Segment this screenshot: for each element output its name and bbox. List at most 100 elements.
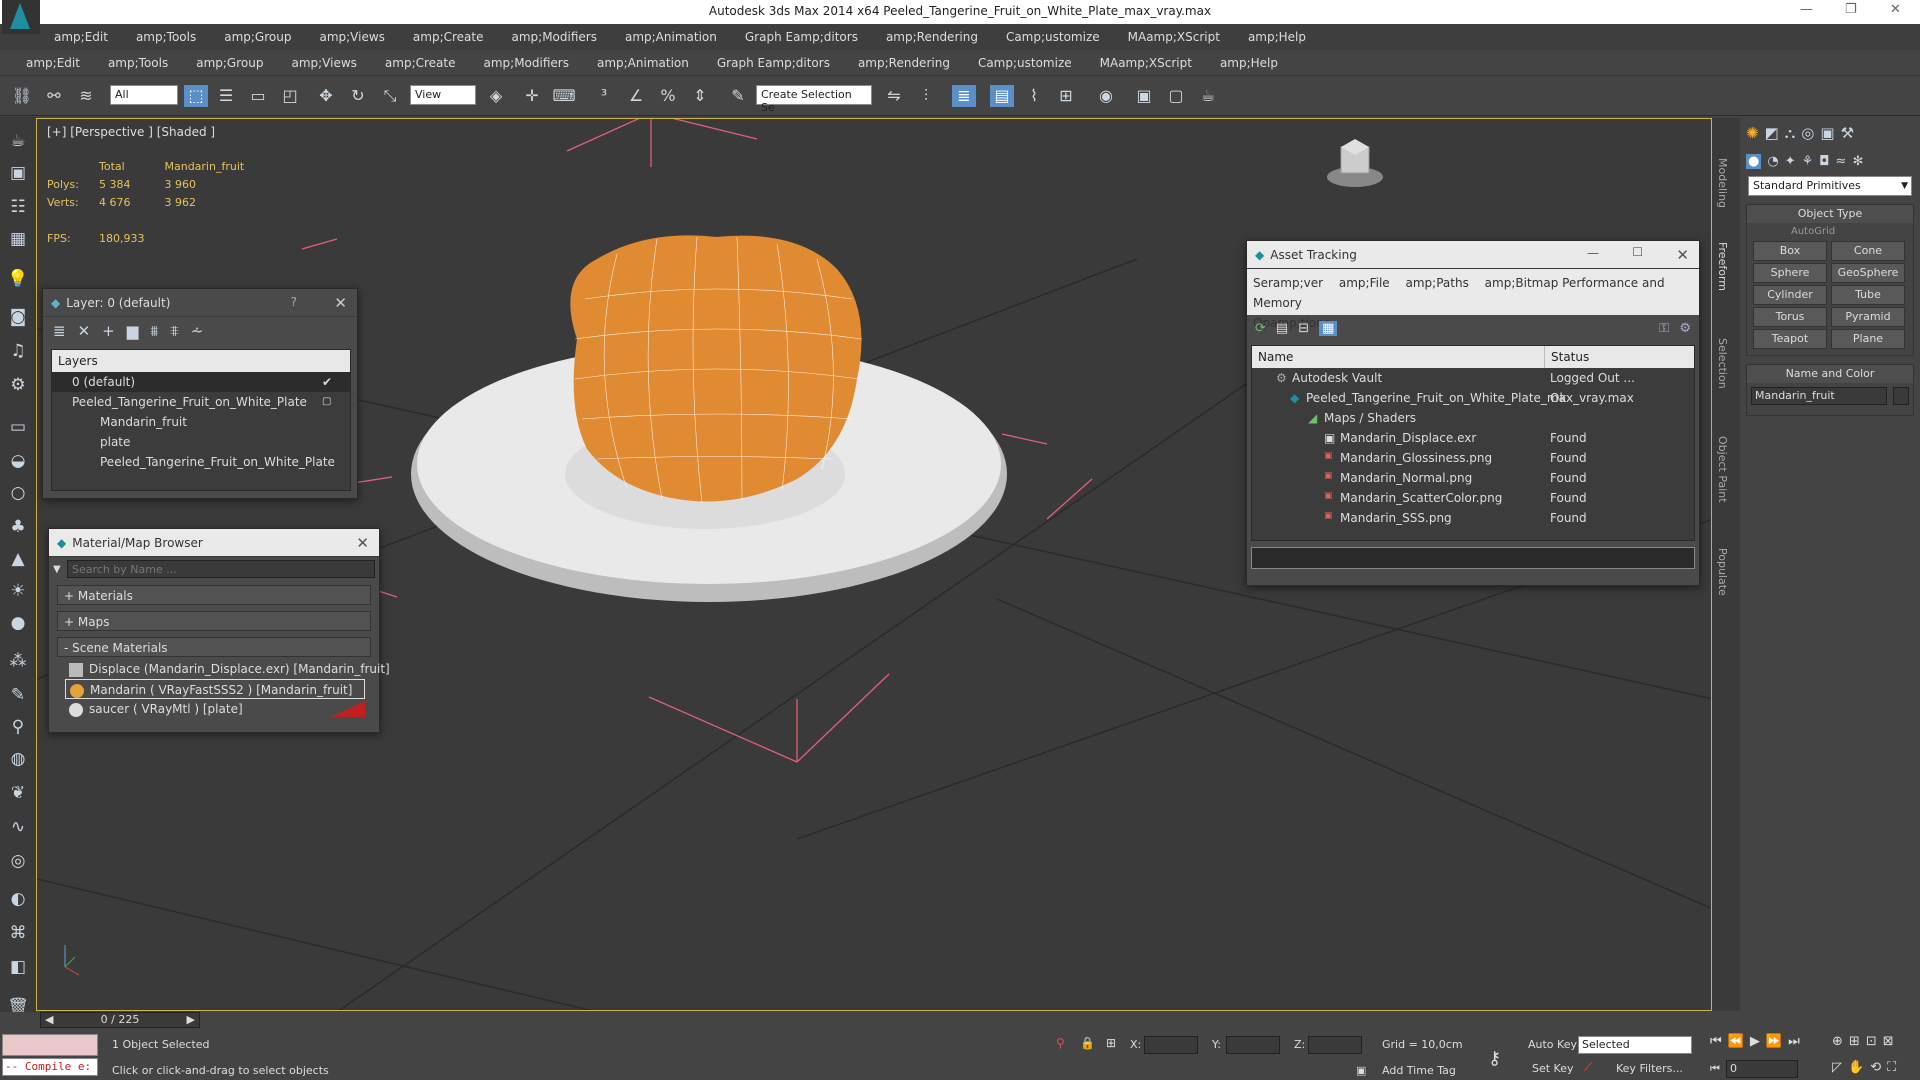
pan-icon[interactable]: ✋ bbox=[1848, 1060, 1870, 1075]
graphite-toggle-icon[interactable]: ▤ bbox=[990, 85, 1014, 107]
angle-snap-icon[interactable]: ∠ bbox=[624, 85, 648, 107]
next-frame-icon[interactable]: ▶ bbox=[187, 1013, 195, 1027]
list-icon[interactable]: ☷ bbox=[6, 195, 30, 219]
schematic-view-icon[interactable]: ⊞ bbox=[1054, 85, 1078, 107]
menu-views[interactable]: amp;Views bbox=[305, 30, 398, 44]
display-tab-icon[interactable]: ▣ bbox=[1820, 124, 1834, 142]
layer-row-tangerine[interactable]: Peeled_Tangerine_Fruit_on_White_Plate ▢ bbox=[52, 392, 350, 412]
prev-frame-icon[interactable]: ◀ bbox=[45, 1013, 53, 1027]
delete-layer-icon[interactable]: ✕ bbox=[78, 322, 91, 340]
selection-filter-dropdown[interactable]: All bbox=[110, 85, 178, 105]
name-color-title[interactable]: Name and Color bbox=[1747, 365, 1913, 383]
motion-tab-icon[interactable]: ◎ bbox=[1801, 124, 1814, 142]
hair-icon[interactable]: ∿ bbox=[6, 815, 30, 839]
box-icon[interactable]: ▭ bbox=[6, 415, 30, 439]
utilities-tab-icon[interactable]: ⚒ bbox=[1841, 124, 1854, 142]
asset-menu-file[interactable]: amp;File bbox=[1339, 276, 1390, 290]
material-browser-header[interactable]: ◆ Material/Map Browser ✕ bbox=[49, 529, 379, 557]
menu2-animation[interactable]: amp;Animation bbox=[583, 56, 703, 70]
zoom-extents-icon[interactable]: ⊡ bbox=[1866, 1034, 1883, 1049]
menu2-maxscript[interactable]: MAamp;XScript bbox=[1086, 56, 1206, 70]
app-logo-icon[interactable] bbox=[2, 0, 40, 34]
material-item-mandarin[interactable]: Mandarin ( VRayFastSSS2 ) [Mandarin_frui… bbox=[65, 679, 365, 699]
auto-key-button[interactable]: Auto Key bbox=[1528, 1038, 1577, 1051]
sphere-button[interactable]: Sphere bbox=[1753, 263, 1827, 283]
menu-rendering[interactable]: amp;Rendering bbox=[872, 30, 992, 44]
menu2-edit[interactable]: amp;Edit bbox=[12, 56, 94, 70]
refresh-icon[interactable]: ⟳ bbox=[1255, 321, 1266, 336]
maximize-icon[interactable]: ☐ bbox=[1632, 245, 1643, 259]
current-frame-field[interactable]: 0 bbox=[1726, 1060, 1798, 1078]
maximize-button[interactable]: ❐ bbox=[1845, 2, 1857, 17]
vault-help-icon[interactable]: ⚿ bbox=[1659, 321, 1669, 336]
previous-key-icon[interactable]: ⏪ bbox=[1728, 1034, 1750, 1049]
menu2-tools[interactable]: amp;Tools bbox=[94, 56, 182, 70]
layer-window-close-icon[interactable]: ✕ bbox=[334, 294, 347, 312]
window-crossing-icon[interactable]: ◰ bbox=[278, 85, 302, 107]
torus-button[interactable]: Torus bbox=[1753, 307, 1827, 327]
paint-icon[interactable]: ✎ bbox=[6, 683, 30, 707]
material-editor-icon[interactable]: ◉ bbox=[1094, 85, 1118, 107]
asset-row[interactable]: ⚙ Autodesk Vault Logged Out ... bbox=[1252, 368, 1694, 388]
menu2-help[interactable]: amp;Help bbox=[1206, 56, 1292, 70]
set-key-icon[interactable]: ⚷ bbox=[1488, 1048, 1501, 1069]
hide-all-icon[interactable]: ⩨ bbox=[170, 322, 178, 340]
tab-freeform[interactable]: Freeform bbox=[1716, 242, 1729, 291]
menu2-create[interactable]: amp;Create bbox=[371, 56, 470, 70]
cone-button[interactable]: Cone bbox=[1831, 241, 1905, 261]
menu2-graph-editors[interactable]: Graph Eamp;ditors bbox=[703, 56, 844, 70]
material-item-displace[interactable]: Displace (Mandarin_Displace.exr) [Mandar… bbox=[65, 659, 390, 679]
network-icon[interactable]: ⚙ bbox=[6, 373, 30, 397]
rendered-frame-icon[interactable]: ▢ bbox=[1164, 85, 1188, 107]
object-row-mandarin[interactable]: Mandarin_fruit bbox=[52, 412, 350, 432]
edit-named-selection-icon[interactable]: ✎ bbox=[726, 85, 750, 107]
sun-icon[interactable]: ☀ bbox=[6, 579, 30, 603]
lights-icon[interactable]: ✦ bbox=[1785, 154, 1796, 169]
systems-icon[interactable]: ✻ bbox=[1852, 154, 1863, 169]
key-tangent-icon[interactable]: ⟋ bbox=[1584, 1060, 1592, 1075]
asset-row[interactable]: ▣ Mandarin_ScatterColor.png Found bbox=[1252, 488, 1694, 508]
object-color-swatch[interactable] bbox=[1893, 387, 1909, 405]
material-search-input[interactable] bbox=[67, 560, 375, 578]
menu2-rendering[interactable]: amp;Rendering bbox=[844, 56, 964, 70]
move-icon[interactable]: ✥ bbox=[314, 85, 338, 107]
teapot-button[interactable]: Teapot bbox=[1753, 329, 1827, 349]
view-sphere-icon[interactable]: ◐ bbox=[6, 887, 30, 911]
lock-selection-icon[interactable]: 🔒 bbox=[1080, 1036, 1095, 1050]
go-to-start-icon[interactable]: ⏮ bbox=[1710, 1034, 1728, 1049]
zoom-extents-all-icon[interactable]: ⊠ bbox=[1883, 1034, 1900, 1049]
keyboard-shortcut-icon[interactable]: ⌨ bbox=[552, 85, 576, 107]
zoom-icon[interactable]: ⊕ bbox=[1832, 1034, 1849, 1049]
named-selection-dropdown[interactable]: Create Selection Se bbox=[756, 85, 872, 114]
key-mode-dropdown[interactable]: Selected bbox=[1578, 1036, 1692, 1054]
primitive-type-dropdown[interactable]: Standard Primitives ▼ bbox=[1748, 176, 1912, 196]
rectangular-selection-icon[interactable]: ▭ bbox=[246, 85, 270, 107]
geometry-icon[interactable]: ● bbox=[1746, 153, 1762, 169]
menu2-group[interactable]: amp;Group bbox=[182, 56, 277, 70]
asset-menu-server[interactable]: Seramp;ver bbox=[1253, 276, 1323, 290]
bind-space-warp-icon[interactable]: ≋ bbox=[74, 85, 98, 107]
link-icon[interactable]: ⛓ bbox=[10, 85, 34, 107]
pivot-center-icon[interactable]: ◈ bbox=[484, 85, 508, 107]
tab-modeling[interactable]: Modeling bbox=[1716, 158, 1729, 208]
absolute-mode-icon[interactable]: ⊞ bbox=[1106, 1036, 1116, 1050]
key-mode-toggle-icon[interactable]: ⏮ bbox=[1710, 1062, 1720, 1076]
active-layer-check-icon[interactable]: ✔ bbox=[322, 372, 332, 392]
orbit-icon[interactable]: ⟲ bbox=[1870, 1060, 1887, 1075]
grass-icon[interactable]: ❦ bbox=[6, 781, 30, 805]
asset-tracking-close-icon[interactable]: ✕ bbox=[1676, 246, 1689, 264]
add-to-layer-icon[interactable]: + bbox=[102, 322, 115, 340]
grid-icon[interactable]: ▦ bbox=[6, 227, 30, 251]
maxscript-output[interactable]: -- Compile e: bbox=[2, 1058, 98, 1076]
tab-selection[interactable]: Selection bbox=[1716, 338, 1729, 389]
asset-row[interactable]: ◢ Maps / Shaders bbox=[1252, 408, 1694, 428]
spacewarps-icon[interactable]: ≈ bbox=[1836, 154, 1847, 169]
key-filters-button[interactable]: Key Filters... bbox=[1616, 1062, 1683, 1075]
mirror-icon[interactable]: ⇋ bbox=[882, 85, 906, 107]
menu-create[interactable]: amp;Create bbox=[399, 30, 498, 44]
maximize-viewport-icon[interactable]: ⛶ bbox=[1887, 1060, 1902, 1075]
object-type-title[interactable]: Object Type bbox=[1747, 205, 1913, 223]
align-icon[interactable]: ⫶ bbox=[914, 85, 938, 107]
menu2-views[interactable]: amp;Views bbox=[277, 56, 370, 70]
asset-row[interactable]: ▣ Mandarin_Displace.exr Found bbox=[1252, 428, 1694, 448]
